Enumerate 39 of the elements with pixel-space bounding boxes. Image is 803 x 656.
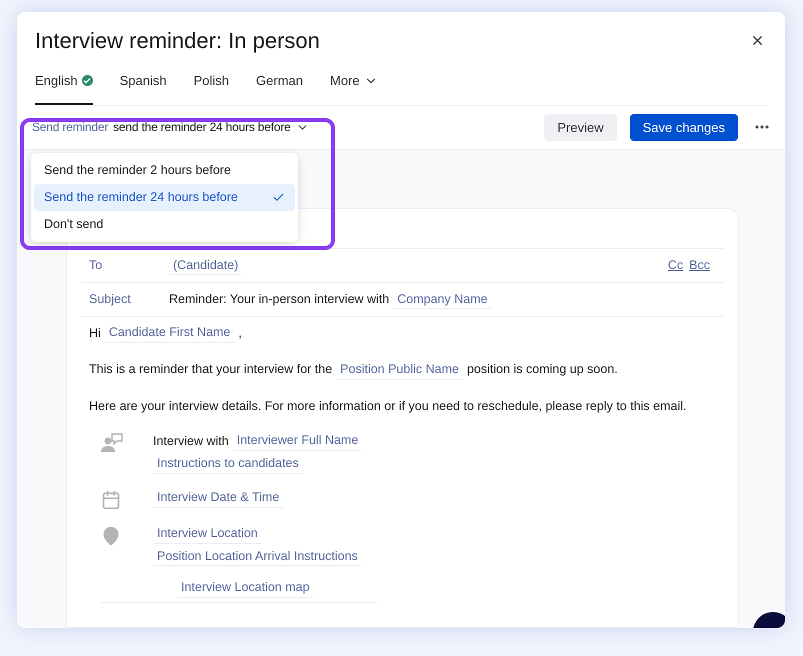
- reminder-select[interactable]: Send reminder send the reminder 24 hours before: [32, 118, 309, 136]
- preview-button[interactable]: Preview: [544, 114, 617, 141]
- location-pin-icon: [101, 526, 121, 546]
- body-text: This is a reminder that your interview for the: [89, 361, 332, 378]
- more-options-button[interactable]: [755, 125, 769, 130]
- person-speech-icon: [101, 433, 123, 454]
- field-label: To: [89, 257, 104, 274]
- dialog-title: Interview reminder: In person: [35, 27, 320, 55]
- dropdown-option[interactable]: Send the reminder 2 hours before: [34, 157, 295, 184]
- dropdown-option[interactable]: Don't send: [34, 211, 295, 238]
- body-text: Interview with: [153, 432, 229, 450]
- merge-field: Interview Location: [153, 524, 262, 544]
- body-text: position is coming up soon.: [466, 361, 618, 378]
- close-icon: [750, 33, 765, 48]
- body-text: Reminder: Your in-person interview with: [169, 291, 390, 308]
- language-tab[interactable]: Polish: [194, 71, 230, 104]
- dropdown-option[interactable]: Send the reminder 24 hours before: [34, 184, 295, 211]
- save-button[interactable]: Save changes: [630, 114, 738, 141]
- more-tab[interactable]: More: [330, 71, 378, 104]
- body-text: Here are your interview details. For more information or if you need to reschedule, please reply to this email.: [89, 398, 687, 415]
- more-icon: [755, 125, 769, 130]
- calendar-icon: [101, 490, 121, 510]
- field-label: Subject: [89, 291, 132, 308]
- merge-field: Interviewer Full Name: [232, 431, 362, 451]
- language-tab[interactable]: German: [256, 71, 304, 104]
- link[interactable]: Bcc: [689, 256, 710, 275]
- merge-field: Company Name: [393, 290, 492, 310]
- merge-field: Interview Date & Time: [153, 488, 284, 508]
- merge-field: Position Location Arrival Instructions: [153, 546, 362, 566]
- body-text: ,: [238, 324, 242, 342]
- body-text: Hi: [89, 324, 101, 342]
- merge-field: (Candidate): [169, 256, 242, 276]
- link[interactable]: Cc: [668, 256, 684, 275]
- merge-field: Candidate First Name: [104, 323, 234, 343]
- language-tab[interactable]: English: [35, 71, 93, 104]
- language-tab[interactable]: Spanish: [120, 71, 167, 104]
- merge-field: Instructions to candidates: [153, 454, 303, 474]
- merge-field: Position Public Name: [336, 360, 463, 380]
- merge-field: Interview Location map: [177, 578, 314, 598]
